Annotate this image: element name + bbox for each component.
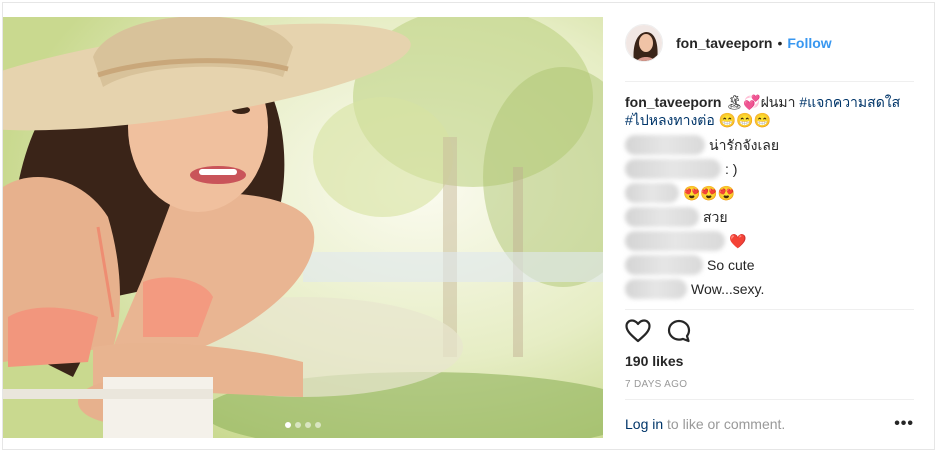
more-options-icon[interactable]: •••	[894, 415, 914, 433]
comment-row: So cute	[625, 253, 914, 277]
comment-text: : )	[725, 161, 738, 177]
blurred-username	[625, 135, 705, 155]
comment-row: ❤️	[625, 229, 914, 253]
caption-username[interactable]: fon_taveeporn	[625, 94, 721, 110]
heart-icon[interactable]	[625, 319, 651, 343]
footer-divider	[625, 399, 914, 400]
hashtag-link[interactable]: #ไปหลงทางต่อ	[625, 112, 715, 128]
action-bar	[625, 319, 691, 343]
comment-bubble-icon[interactable]	[667, 319, 691, 343]
photo-illustration	[3, 17, 603, 438]
comment-row: สวย	[625, 205, 914, 229]
hashtag-link[interactable]: #แจกความสดใส	[799, 94, 900, 110]
comment-text: 😍😍😍	[683, 185, 736, 201]
carousel-dot[interactable]	[295, 422, 301, 428]
login-link[interactable]: Log in	[625, 416, 663, 432]
caption-text: ฝนมา	[760, 94, 796, 110]
carousel-dot[interactable]	[305, 422, 311, 428]
comment-text: สวย	[703, 209, 728, 225]
comment-text: น่ารักจังเลย	[709, 137, 780, 153]
caption-emoji: 😁😁😁	[718, 112, 771, 128]
comment-text: ❤️	[729, 233, 747, 249]
carousel-dot[interactable]	[315, 422, 321, 428]
caption-emoji: 🏝💞	[725, 94, 761, 110]
post-header: fon_taveeporn • Follow	[625, 21, 914, 65]
comment-text: Wow...sexy.	[691, 281, 765, 297]
caption: fon_taveeporn 🏝💞ฝนมา #แจกความสดใส #ไปหลง…	[625, 93, 914, 129]
comments-section: fon_taveeporn 🏝💞ฝนมา #แจกความสดใส #ไปหลง…	[625, 93, 914, 301]
comment-row: : )	[625, 157, 914, 181]
login-prompt: Log in to like or comment.	[625, 416, 785, 432]
comment-row: 😍😍😍	[625, 181, 914, 205]
carousel-indicator	[285, 422, 321, 428]
avatar[interactable]	[625, 24, 663, 62]
carousel-dot-active[interactable]	[285, 422, 291, 428]
separator-dot: •	[777, 35, 783, 51]
likes-count[interactable]: 190 likes	[625, 353, 683, 369]
post-card: fon_taveeporn • Follow fon_taveeporn 🏝💞ฝ…	[2, 2, 935, 450]
post-footer: Log in to like or comment. •••	[625, 415, 914, 433]
comment-text: So cute	[707, 257, 755, 273]
actions-divider	[625, 309, 914, 310]
blurred-username	[625, 207, 699, 227]
blurred-username	[625, 279, 687, 299]
header-username[interactable]: fon_taveeporn	[676, 35, 772, 51]
comment-row: น่ารักจังเลย	[625, 133, 914, 157]
follow-button[interactable]: Follow	[787, 35, 831, 51]
header-divider	[625, 81, 914, 82]
post-photo[interactable]	[3, 17, 603, 438]
login-prompt-text: to like or comment.	[663, 416, 786, 432]
blurred-username	[625, 231, 725, 251]
blurred-username	[625, 183, 679, 203]
post-sidebar: fon_taveeporn • Follow fon_taveeporn 🏝💞ฝ…	[603, 3, 936, 451]
comment-row: Wow...sexy.	[625, 277, 914, 301]
post-timestamp[interactable]: 7 days ago	[625, 379, 687, 390]
blurred-username	[625, 159, 721, 179]
blurred-username	[625, 255, 703, 275]
